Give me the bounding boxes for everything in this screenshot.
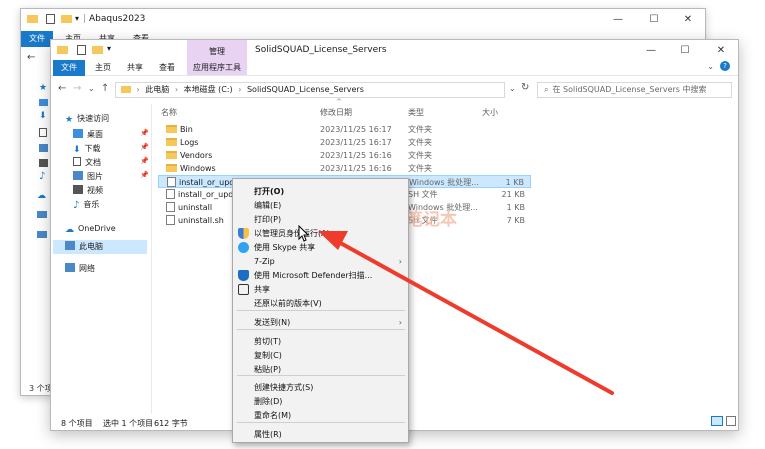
red-arrow-annotation — [318, 231, 614, 395]
